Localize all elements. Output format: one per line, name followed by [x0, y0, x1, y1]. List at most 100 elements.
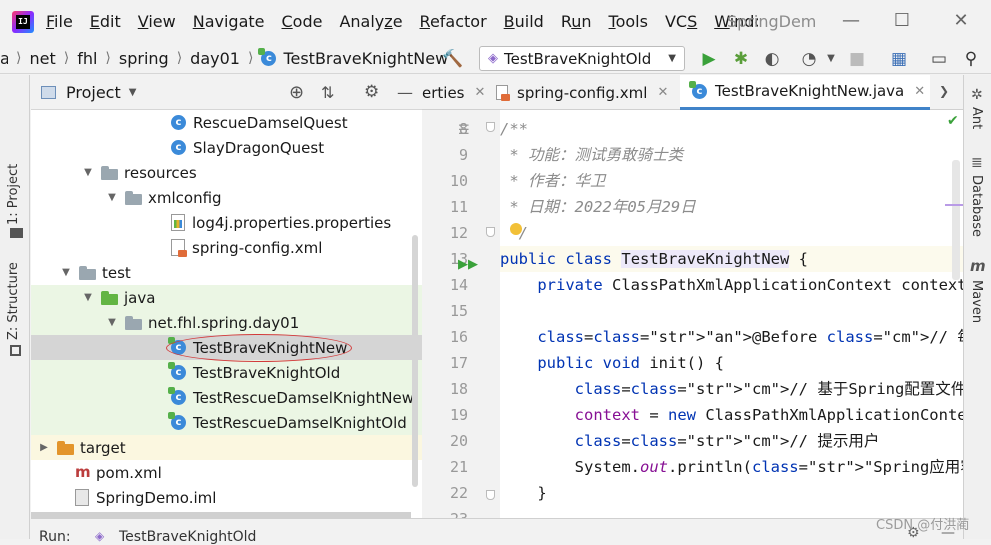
close-window-button[interactable]: ✕ — [946, 8, 976, 34]
tree-item[interactable]: ▼ xmlconfig — [31, 185, 422, 210]
hide-panel-icon[interactable]: — — [397, 83, 413, 102]
project-panel-title[interactable]: Project — [66, 83, 121, 102]
tool-tab-project[interactable]: 1: Project — [6, 164, 21, 225]
tab-test-brave-knight-new[interactable]: c TestBraveKnightNew.java ✕ — [680, 75, 930, 110]
collapsed-arrow-icon[interactable]: ▶ — [37, 442, 51, 453]
tree-item[interactable]: log4j.properties.properties — [31, 210, 422, 235]
locate-file-icon[interactable]: ⊕ — [289, 82, 304, 103]
tab-log4j-properties[interactable]: erties ✕ — [422, 75, 490, 110]
menu-run[interactable]: Run — [561, 12, 592, 31]
tool-tab-structure[interactable]: Z: Structure — [6, 262, 21, 340]
menu-tools[interactable]: Tools — [609, 12, 648, 31]
run-configuration-select[interactable]: ◈ TestBraveKnightOld ▼ — [479, 46, 685, 71]
code-line[interactable]: /** — [500, 116, 528, 142]
close-icon[interactable]: ✕ — [475, 85, 486, 100]
fold-marker-icon[interactable] — [486, 490, 495, 500]
run-test-class-icon[interactable]: ▶▶ — [458, 254, 478, 272]
stop-icon[interactable]: ■ — [845, 47, 869, 71]
close-icon[interactable]: ✕ — [657, 85, 668, 100]
tree-item[interactable]: c TestRescueDamselKnightOld — [31, 410, 422, 435]
search-icon[interactable]: ⚲ — [959, 47, 983, 71]
menu-vcs[interactable]: VCS — [665, 12, 697, 31]
editor-vertical-scrollbar[interactable] — [952, 160, 960, 280]
collapse-all-icon[interactable]: ⇅ — [321, 83, 334, 102]
inspection-ok-checkmark-icon[interactable]: ✔ — [947, 113, 959, 129]
code-line[interactable]: context = new ClassPathXmlApplicationCon… — [500, 402, 963, 428]
tool-tab-maven[interactable]: Maven — [969, 280, 984, 323]
terminal-window-icon[interactable]: ▭ — [927, 47, 951, 71]
tab-list-chevron-icon[interactable]: ❯ — [939, 84, 949, 98]
code-editor[interactable]: /** * 功能：测试勇敢骑士类 * 作者：华卫 * 日期：2022年05月29… — [500, 110, 963, 528]
debug-bug-icon[interactable]: ✱ — [729, 47, 753, 71]
run-with-coverage-icon[interactable]: ◐ — [760, 47, 784, 71]
run-icon[interactable]: ▶ — [697, 47, 721, 71]
tool-tab-database[interactable]: Database — [969, 175, 984, 237]
scroll-marker — [945, 204, 963, 206]
fold-marker-icon[interactable] — [486, 227, 495, 237]
code-line[interactable]: * 作者：华卫 — [500, 168, 605, 194]
tree-item[interactable]: c RescueDamselQuest — [31, 110, 422, 135]
expanded-arrow-icon[interactable]: ▼ — [105, 317, 119, 328]
menu-build[interactable]: Build — [504, 12, 544, 31]
database-icon: ≣ — [971, 155, 983, 171]
menu-navigate[interactable]: Navigate — [193, 12, 265, 31]
project-view-chevron-icon[interactable]: ▼ — [129, 87, 137, 98]
tab-spring-config-xml[interactable]: spring-config.xml ✕ — [496, 75, 676, 110]
tree-item[interactable]: c TestBraveKnightOld — [31, 360, 422, 385]
tree-item[interactable]: ▶ target — [31, 435, 422, 460]
profiler-chevron-down-icon[interactable]: ▼ — [819, 47, 843, 71]
line-number: 18 — [449, 380, 468, 398]
code-line[interactable]: class=class="str">"cm">// 基于Spring配置文件创建… — [500, 376, 963, 402]
menu-refactor[interactable]: Refactor — [420, 12, 487, 31]
breadcrumb-day01[interactable]: day01 — [190, 49, 240, 68]
run-config-tab[interactable]: TestBraveKnightOld — [119, 529, 256, 545]
code-line[interactable]: public class TestBraveKnightNew { — [500, 246, 963, 272]
code-line[interactable]: * 功能：测试勇敢骑士类 — [500, 142, 683, 168]
run-tab-label[interactable]: Run: — [39, 529, 71, 545]
build-hammer-icon[interactable]: 🔨 — [441, 47, 465, 71]
maximize-button[interactable]: ☐ — [887, 8, 917, 34]
expanded-arrow-icon[interactable]: ▼ — [81, 292, 95, 303]
breadcrumb-spring[interactable]: spring — [119, 49, 169, 68]
gear-icon[interactable]: ⚙ — [364, 82, 379, 102]
code-line[interactable]: * 日期：2022年05月29日 — [500, 194, 695, 220]
breadcrumb-net[interactable]: net — [29, 49, 55, 68]
minimize-button[interactable]: — — [836, 8, 866, 34]
tree-item[interactable]: spring-config.xml — [31, 235, 422, 260]
profiler-icon[interactable]: ◔ — [797, 47, 821, 71]
breadcrumb-testbraveknightnew[interactable]: TestBraveKnightNew — [283, 49, 448, 68]
menu-view[interactable]: View — [138, 12, 176, 31]
tree-item[interactable]: c SlayDragonQuest — [31, 135, 422, 160]
code-line[interactable]: public void init() { — [500, 350, 724, 376]
intention-bulb-icon[interactable] — [510, 223, 522, 235]
menu-code[interactable]: Code — [282, 12, 323, 31]
tree-item-label: TestRescueDamselKnightOld — [193, 413, 407, 432]
tree-vertical-scrollbar[interactable] — [412, 235, 418, 487]
tree-item[interactable]: ▼ net.fhl.spring.day01 — [31, 310, 422, 335]
project-structure-icon[interactable]: ▦ — [887, 47, 911, 71]
tree-item[interactable]: c TestRescueDamselKnightNew — [31, 385, 422, 410]
expanded-arrow-icon[interactable]: ▼ — [59, 267, 73, 278]
menu-analyze[interactable]: Analyze — [339, 12, 402, 31]
tree-item[interactable]: ▼ test — [31, 260, 422, 285]
tree-item[interactable]: m pom.xml — [31, 460, 422, 485]
expanded-arrow-icon[interactable]: ▼ — [105, 192, 119, 203]
tree-item[interactable]: ▼ resources — [31, 160, 422, 185]
tree-item[interactable]: ▼ java — [31, 285, 422, 310]
close-icon[interactable]: ✕ — [914, 84, 925, 99]
doc-render-toggle-icon[interactable]: ☰ — [458, 120, 470, 138]
code-line[interactable]: class=class="str">"an">@Before class="cm… — [500, 324, 963, 350]
tool-tab-ant[interactable]: Ant — [969, 107, 984, 129]
menu-edit[interactable]: Edit — [90, 12, 121, 31]
chevron-down-icon: ▼ — [668, 53, 676, 64]
expanded-arrow-icon[interactable]: ▼ — [81, 167, 95, 178]
code-line[interactable]: private ClassPathXmlApplicationContext c… — [500, 272, 963, 298]
breadcrumb-a[interactable]: a — [0, 49, 8, 68]
fold-marker-icon[interactable] — [486, 122, 495, 132]
menu-file[interactable]: File — [46, 12, 73, 31]
code-line[interactable]: System.out.println(class="str">"Spring应用… — [500, 454, 963, 480]
code-line[interactable]: class=class="str">"cm">// 提示用户 — [500, 428, 880, 454]
tree-item[interactable]: SpringDemo.iml — [31, 485, 422, 510]
code-line[interactable]: } — [500, 480, 546, 506]
breadcrumb-fhl[interactable]: fhl — [77, 49, 97, 68]
